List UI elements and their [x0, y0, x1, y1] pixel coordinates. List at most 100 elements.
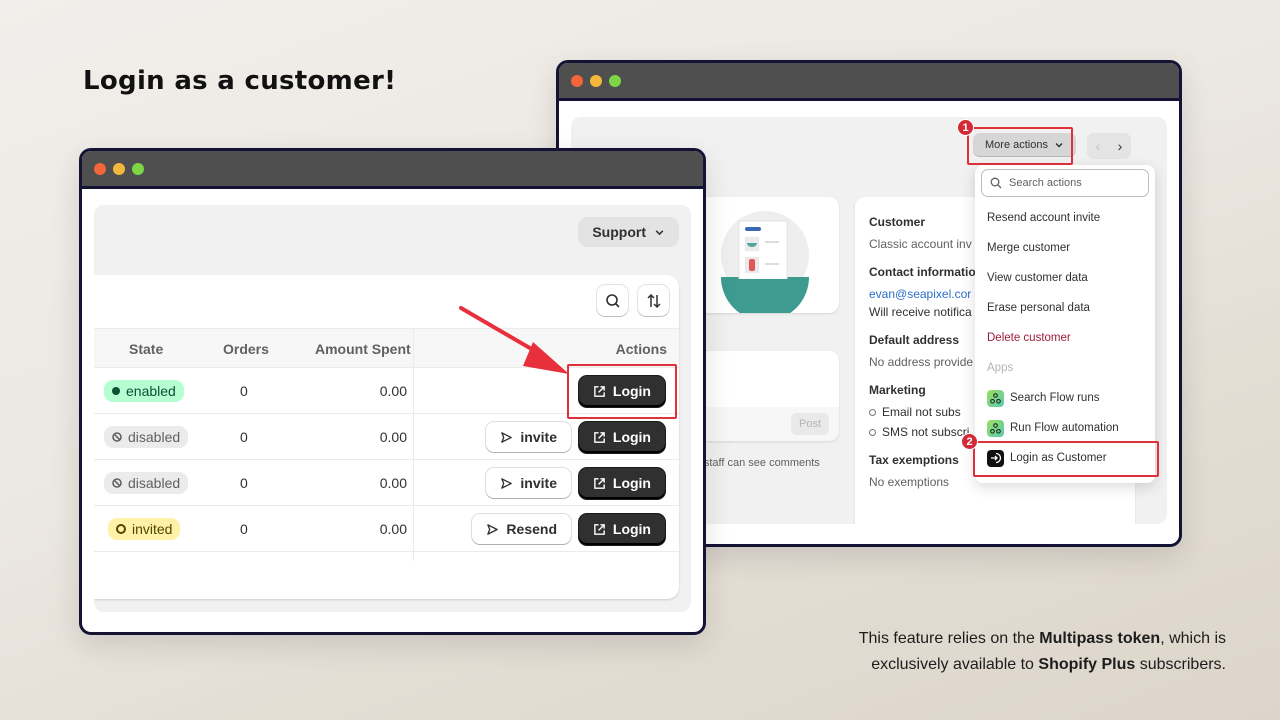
column-orders[interactable]: Orders — [223, 329, 269, 369]
orders-cell: 0 — [240, 429, 248, 445]
orders-cell: 0 — [240, 383, 248, 399]
sort-arrows-icon — [646, 293, 661, 308]
table-header: State Orders Amount Spent Actions — [94, 328, 679, 368]
menu-item-delete-customer[interactable]: Delete customer — [979, 323, 1151, 353]
login-label: Login — [612, 429, 651, 445]
close-window-dot[interactable] — [94, 162, 106, 175]
enabled-dot-icon — [112, 387, 120, 395]
menu-item-resend-invite[interactable]: Resend account invite — [979, 203, 1151, 233]
status-text: invited — [132, 521, 173, 537]
status-badge-enabled: enabled — [104, 380, 184, 402]
window-titlebar — [559, 63, 1179, 101]
menu-item-run-flow[interactable]: Run Flow automation — [979, 413, 1151, 443]
menu-item-label: Run Flow automation — [1010, 422, 1119, 434]
send-icon — [501, 431, 513, 443]
search-actions-input[interactable]: Search actions — [981, 169, 1149, 197]
headline: Login as a customer! — [83, 66, 397, 96]
menu-item-merge-customer[interactable]: Merge customer — [979, 233, 1151, 263]
menu-item-label: Search Flow runs — [1010, 392, 1100, 404]
disabled-icon — [112, 432, 122, 442]
status-text: enabled — [126, 383, 176, 399]
next-customer-button[interactable]: › — [1109, 138, 1131, 154]
footnote-text: , which is — [1160, 630, 1226, 647]
step-2-highlight — [973, 441, 1159, 477]
disabled-icon — [112, 478, 122, 488]
search-button[interactable] — [597, 285, 628, 316]
minimize-window-dot[interactable] — [113, 162, 125, 175]
illustration-card — [691, 197, 839, 321]
menu-item-search-flow-runs[interactable]: Search Flow runs — [979, 383, 1151, 413]
email-status-text: Email not subs — [882, 405, 961, 419]
document-illustration-icon — [721, 211, 809, 321]
amount-cell: 0.00 — [379, 429, 407, 445]
status-badge-disabled: disabled — [104, 426, 189, 448]
invited-circle-icon — [116, 524, 126, 534]
status-badge-disabled: disabled — [104, 472, 189, 494]
search-icon — [990, 177, 1002, 189]
customers-page: Support State Orders Amount Spent Action… — [94, 205, 691, 612]
flow-icon — [987, 389, 1004, 407]
invite-button[interactable]: invite — [486, 422, 571, 452]
external-link-icon — [594, 477, 605, 489]
amount-cell: 0.00 — [379, 521, 407, 537]
login-button[interactable]: Login — [578, 467, 665, 499]
footnote-text: exclusively available to — [871, 656, 1039, 673]
column-actions: Actions — [615, 341, 667, 357]
invite-button[interactable]: invite — [486, 468, 571, 498]
table-row: invited 0 0.00 Resend Login — [94, 506, 679, 552]
status-text: disabled — [128, 475, 181, 491]
amount-cell: 0.00 — [379, 475, 407, 491]
chevron-down-icon — [655, 229, 664, 235]
staff-note: er staff can see comments — [691, 457, 820, 469]
previous-customer-button[interactable]: ‹ — [1087, 138, 1109, 154]
footnote: This feature relies on the Multipass tok… — [859, 626, 1226, 678]
column-state[interactable]: State — [129, 329, 163, 369]
menu-item-erase-data[interactable]: Erase personal data — [979, 293, 1151, 323]
maximize-window-dot[interactable] — [609, 74, 621, 87]
customers-table-window: Support State Orders Amount Spent Action… — [79, 148, 706, 635]
footnote-bold-multipass: Multipass token — [1039, 630, 1161, 647]
close-window-dot[interactable] — [571, 74, 583, 87]
send-icon — [501, 477, 513, 489]
window-titlebar — [82, 151, 703, 189]
search-icon — [605, 293, 620, 308]
resend-button[interactable]: Resend — [472, 514, 571, 544]
post-button[interactable]: Post — [790, 413, 829, 435]
send-icon — [487, 523, 499, 535]
login-button[interactable]: Login — [578, 421, 665, 453]
flow-icon — [987, 419, 1004, 437]
column-amount-spent[interactable]: Amount Spent — [315, 329, 411, 369]
status-text: disabled — [128, 429, 181, 445]
maximize-window-dot[interactable] — [132, 162, 144, 175]
amount-cell: 0.00 — [379, 383, 407, 399]
timeline-comment-card: Post — [691, 351, 839, 441]
sms-status-text: SMS not subscri — [882, 425, 970, 439]
step-1-highlight — [967, 127, 1073, 165]
footnote-text: subscribers. — [1135, 656, 1226, 673]
footnote-bold-shopify-plus: Shopify Plus — [1038, 656, 1136, 673]
login-button[interactable]: Login — [578, 513, 665, 545]
resend-label: Resend — [506, 521, 557, 537]
external-link-icon — [594, 523, 605, 535]
customers-table: State Orders Amount Spent Actions enable… — [94, 275, 679, 599]
minimize-window-dot[interactable] — [590, 74, 602, 87]
pointer-arrow-icon — [459, 306, 569, 374]
table-row: disabled 0 0.00 invite Login — [94, 414, 679, 460]
support-button[interactable]: Support — [578, 217, 679, 247]
invite-label: invite — [520, 429, 557, 445]
table-row: disabled 0 0.00 invite Login — [94, 460, 679, 506]
status-circle-icon — [869, 408, 876, 416]
status-circle-icon — [869, 428, 876, 436]
login-label: Login — [612, 521, 651, 537]
customer-pager: ‹ › — [1087, 133, 1131, 159]
step-1-badge: 1 — [957, 119, 974, 136]
apps-section-label: Apps — [987, 362, 1014, 374]
invite-label: invite — [520, 475, 557, 491]
support-label: Support — [592, 224, 646, 240]
footnote-text: This feature relies on the — [858, 630, 1040, 647]
status-badge-invited: invited — [108, 518, 181, 540]
orders-cell: 0 — [240, 521, 248, 537]
sort-button[interactable] — [638, 285, 669, 316]
menu-item-view-data[interactable]: View customer data — [979, 263, 1151, 293]
external-link-icon — [594, 431, 605, 443]
